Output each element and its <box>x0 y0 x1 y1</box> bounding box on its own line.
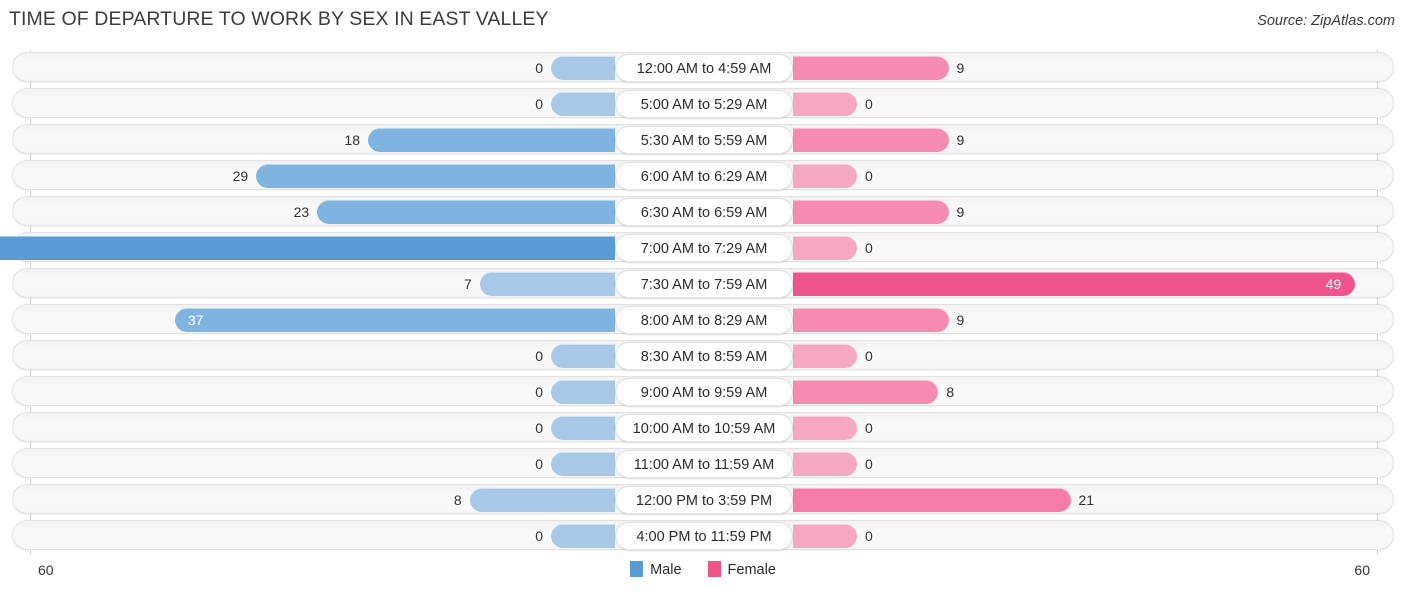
legend-swatch-icon <box>707 561 721 577</box>
legend-label: Female <box>727 562 776 578</box>
bar-female[interactable] <box>793 236 857 260</box>
bar-female[interactable] <box>793 92 857 116</box>
table-row[interactable]: 23 9 6:30 AM to 6:59 AM <box>12 196 1394 226</box>
source-attribution: Source: ZipAtlas.com <box>1257 13 1395 29</box>
bar-value-female: 9 <box>956 60 965 76</box>
bar-value-female: 0 <box>865 420 873 436</box>
bar-male[interactable] <box>551 56 615 80</box>
bar-value-female: 9 <box>956 204 965 220</box>
table-row[interactable]: 0 9 12:00 AM to 4:59 AM <box>12 52 1394 82</box>
table-row[interactable]: 7 49 7:30 AM to 7:59 AM <box>12 268 1394 298</box>
category-label: 7:30 AM to 7:59 AM <box>615 270 793 298</box>
table-row[interactable]: 8 21 12:00 PM to 3:59 PM <box>12 484 1394 514</box>
bar-male[interactable] <box>551 452 615 476</box>
bar-value-female: 8 <box>946 384 955 400</box>
category-label: 5:00 AM to 5:29 AM <box>615 90 793 118</box>
bar-value-female: 9 <box>956 132 965 148</box>
bar-value-male: 0 <box>535 60 543 76</box>
bar-value-female: 0 <box>865 528 873 544</box>
bar-value-male: 29 <box>232 168 249 184</box>
bar-value-male: 8 <box>453 492 462 508</box>
bar-value-female: 0 <box>865 168 873 184</box>
bar-value-male: 0 <box>535 420 543 436</box>
bar-male[interactable] <box>469 488 615 512</box>
bar-value-male: 0 <box>535 384 543 400</box>
bar-value-male: 23 <box>293 204 310 220</box>
table-row[interactable]: 0 0 5:00 AM to 5:29 AM <box>12 88 1394 118</box>
bar-male[interactable] <box>551 416 615 440</box>
table-row[interactable]: 0 0 10:00 AM to 10:59 AM <box>12 412 1394 442</box>
bar-value-male: 18 <box>344 132 360 148</box>
bar-value-female: 0 <box>865 348 873 364</box>
category-label: 6:00 AM to 6:29 AM <box>615 162 793 190</box>
bar-female[interactable] <box>793 128 949 152</box>
bar-male[interactable] <box>174 308 615 332</box>
category-label: 8:30 AM to 8:59 AM <box>615 342 793 370</box>
bar-value-female: 0 <box>865 456 873 472</box>
category-label: 4:00 PM to 11:59 PM <box>615 522 793 550</box>
table-row[interactable]: 0 0 8:30 AM to 8:59 AM <box>12 340 1394 370</box>
bar-female[interactable] <box>793 164 857 188</box>
bar-male[interactable] <box>551 380 615 404</box>
table-row[interactable]: 29 0 6:00 AM to 6:29 AM <box>12 160 1394 190</box>
legend-label: Male <box>650 562 682 578</box>
bar-male[interactable] <box>317 200 615 224</box>
bar-male[interactable] <box>0 236 615 260</box>
category-label: 5:30 AM to 5:59 AM <box>615 126 793 154</box>
bar-male[interactable] <box>551 92 615 116</box>
category-label: 6:30 AM to 6:59 AM <box>615 198 793 226</box>
category-label: 10:00 AM to 10:59 AM <box>615 414 793 442</box>
bar-female[interactable] <box>793 488 1071 512</box>
bar-value-male: 0 <box>535 528 543 544</box>
bar-male[interactable] <box>368 128 615 152</box>
category-label: 11:00 AM to 11:59 AM <box>615 450 793 478</box>
bar-female[interactable] <box>793 416 857 440</box>
chart-footer: 60 60 Male Female <box>0 555 1406 594</box>
table-row[interactable]: 0 0 4:00 PM to 11:59 PM <box>12 520 1394 550</box>
chart-plot-area: 0 9 12:00 AM to 4:59 AM 0 0 5:00 AM to 5:29 A… <box>0 50 1406 555</box>
bar-value-female: 0 <box>865 240 873 256</box>
bar-female[interactable] <box>793 524 857 548</box>
table-row[interactable]: 18 9 5:30 AM to 5:59 AM <box>12 124 1394 154</box>
bar-value-female: 0 <box>865 96 873 112</box>
bar-female[interactable] <box>793 56 949 80</box>
category-label: 8:00 AM to 8:29 AM <box>615 306 793 334</box>
table-row[interactable]: 0 8 9:00 AM to 9:59 AM <box>12 376 1394 406</box>
bar-value-male: 0 <box>535 96 543 112</box>
table-row[interactable]: 37 9 8:00 AM to 8:29 AM <box>12 304 1394 334</box>
bar-male[interactable] <box>256 164 615 188</box>
category-label: 12:00 AM to 4:59 AM <box>615 54 793 82</box>
page-title: TIME OF DEPARTURE TO WORK BY SEX IN EAST… <box>9 8 549 30</box>
bar-value-female: 9 <box>956 312 965 328</box>
bar-female[interactable] <box>793 308 949 332</box>
table-row[interactable]: 0 0 11:00 AM to 11:59 AM <box>12 448 1394 478</box>
legend-item-male[interactable]: Male <box>630 561 682 578</box>
bar-male[interactable] <box>551 524 615 548</box>
legend-item-female[interactable]: Female <box>707 561 776 578</box>
bar-female[interactable] <box>793 344 857 368</box>
table-row[interactable]: 5707:00 AM to 7:29 AM <box>0 232 1394 262</box>
bar-female[interactable] <box>793 272 1356 296</box>
bar-value-male: 0 <box>535 348 543 364</box>
chart-header: TIME OF DEPARTURE TO WORK BY SEX IN EAST… <box>0 0 1406 40</box>
bar-male[interactable] <box>551 344 615 368</box>
bar-value-male: 37 <box>187 312 204 328</box>
bar-value-male: 0 <box>535 456 543 472</box>
bar-female[interactable] <box>793 380 939 404</box>
bar-value-female: 49 <box>1325 276 1342 292</box>
category-label: 12:00 PM to 3:59 PM <box>615 486 793 514</box>
bar-female[interactable] <box>793 200 949 224</box>
category-label: 7:00 AM to 7:29 AM <box>615 234 793 262</box>
legend-swatch-icon <box>630 561 644 577</box>
bar-male[interactable] <box>479 272 615 296</box>
bar-value-female: 21 <box>1078 492 1095 508</box>
bar-value-male: 7 <box>464 276 472 292</box>
category-label: 9:00 AM to 9:59 AM <box>615 378 793 406</box>
chart-legend: Male Female <box>0 561 1406 578</box>
bar-female[interactable] <box>793 452 857 476</box>
